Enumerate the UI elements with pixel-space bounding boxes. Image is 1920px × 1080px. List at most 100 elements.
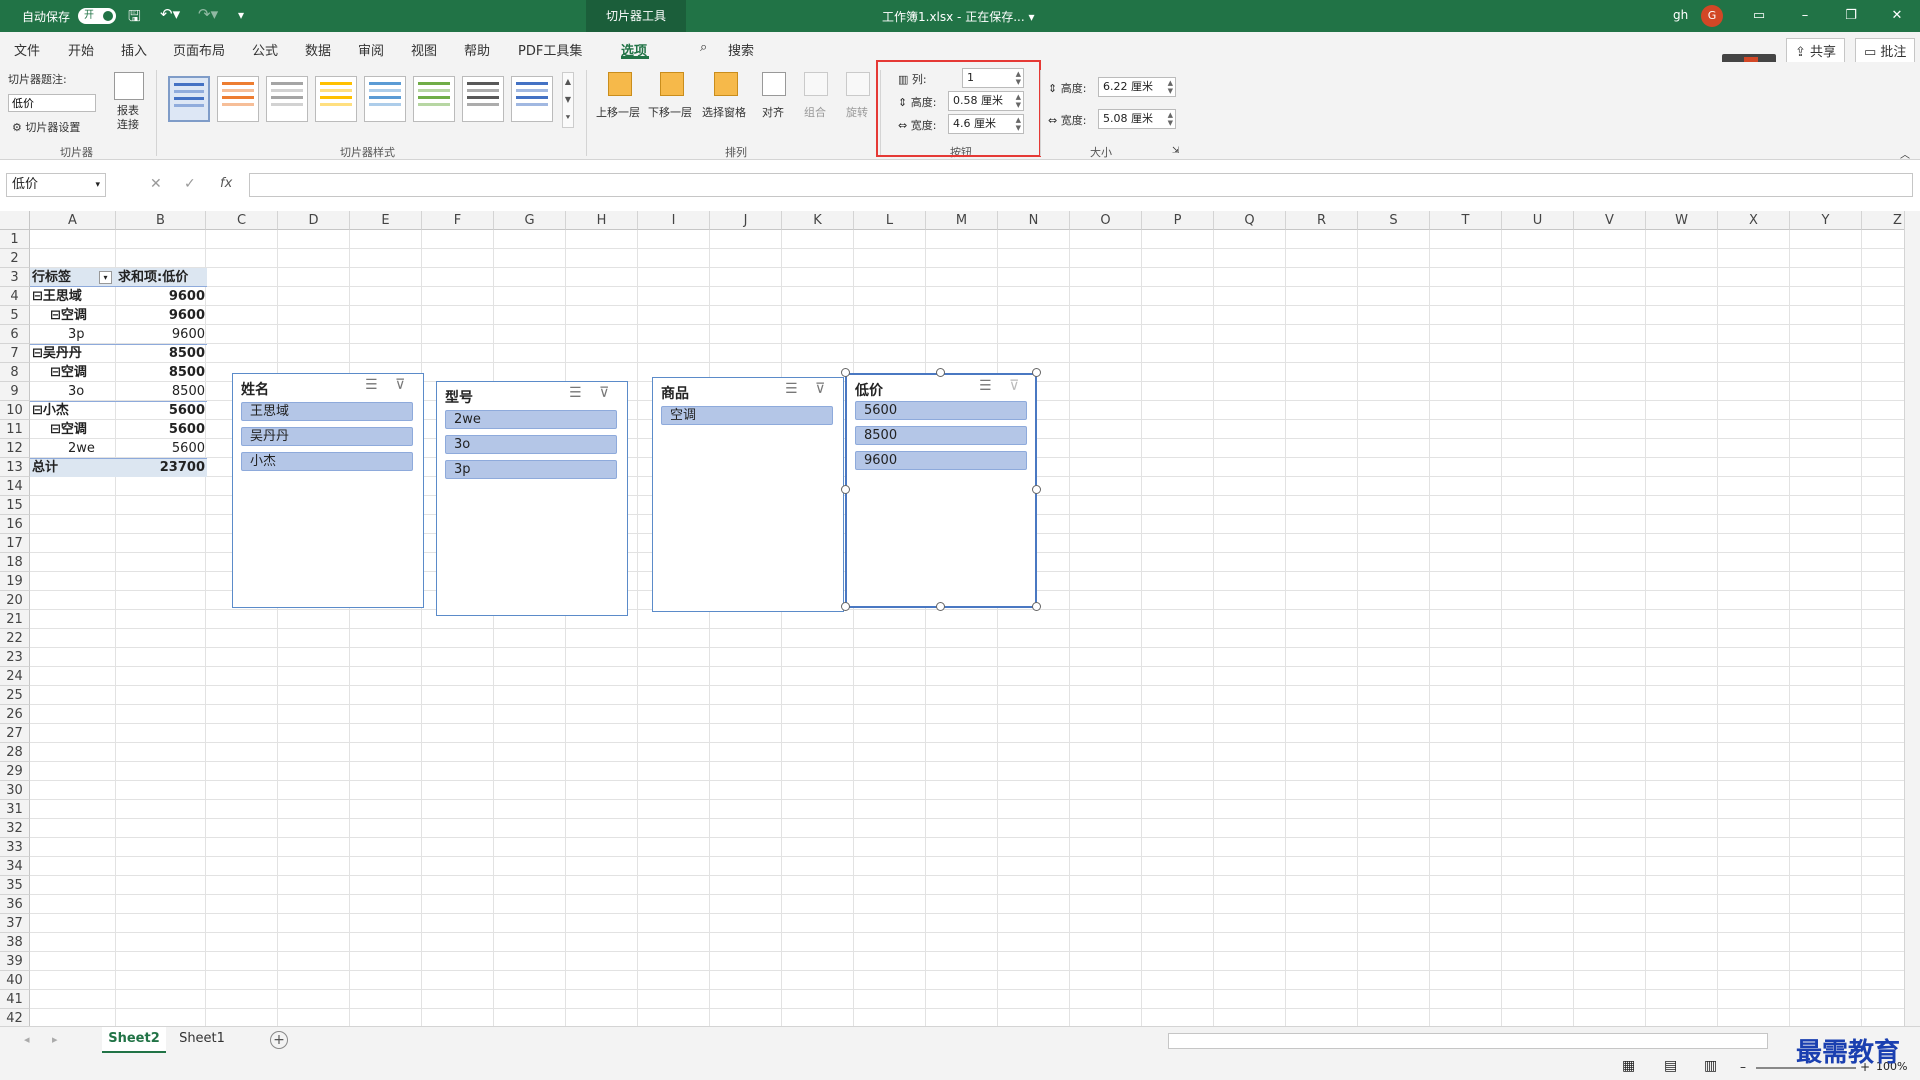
column-header[interactable]: E: [350, 211, 422, 230]
column-header[interactable]: D: [278, 211, 350, 230]
slicer-style-swatch[interactable]: [413, 76, 455, 122]
column-header[interactable]: G: [494, 211, 566, 230]
clear-filter-icon[interactable]: ⊽: [599, 385, 609, 401]
tab-formulas[interactable]: 公式: [252, 40, 278, 59]
row-header[interactable]: 23: [0, 648, 30, 667]
column-header[interactable]: A: [30, 211, 116, 230]
column-header[interactable]: N: [998, 211, 1070, 230]
ribbon-display-icon[interactable]: ▭: [1736, 0, 1782, 32]
slicer-settings-button[interactable]: ⚙ 切片器设置: [12, 119, 80, 135]
slicer-product[interactable]: 商品 ☰ ⊽ 空调: [652, 377, 844, 612]
tab-page-layout[interactable]: 页面布局: [173, 40, 225, 59]
row-header[interactable]: 18: [0, 553, 30, 572]
report-connections-icon[interactable]: [114, 72, 144, 100]
row-header[interactable]: 27: [0, 724, 30, 743]
pivot-row-value[interactable]: 8500: [120, 364, 205, 382]
send-backward-button[interactable]: 下移一层: [648, 104, 692, 120]
pivot-row-label[interactable]: ⊟空调: [50, 307, 87, 325]
column-header[interactable]: T: [1430, 211, 1502, 230]
row-header[interactable]: 39: [0, 952, 30, 971]
insert-function-icon[interactable]: fx: [220, 176, 232, 191]
slicer-style-swatch[interactable]: [266, 76, 308, 122]
slicer-item[interactable]: 9600: [855, 451, 1027, 470]
tab-home[interactable]: 开始: [68, 40, 94, 59]
column-header[interactable]: Z: [1862, 211, 1904, 230]
resize-handle[interactable]: [1032, 602, 1041, 611]
redo-icon[interactable]: ↷▾: [198, 5, 218, 23]
pivot-total-label[interactable]: 总计: [32, 459, 58, 477]
slicer-caption-input[interactable]: [8, 94, 96, 112]
slicer-style-swatch[interactable]: [315, 76, 357, 122]
tab-insert[interactable]: 插入: [121, 40, 147, 59]
slicer-style-swatch[interactable]: [462, 76, 504, 122]
pivot-row-value[interactable]: 9600: [120, 288, 205, 306]
pivot-row-value[interactable]: 8500: [120, 345, 205, 363]
page-break-view-icon[interactable]: ▥: [1704, 1058, 1717, 1074]
row-header[interactable]: 42: [0, 1009, 30, 1026]
pivot-values-header[interactable]: 求和项:低价: [118, 269, 188, 287]
zoom-out-icon[interactable]: –: [1740, 1060, 1746, 1074]
slicer-item[interactable]: 2we: [445, 410, 617, 429]
send-backward-icon[interactable]: [660, 72, 684, 96]
autosave-toggle[interactable]: 开: [78, 8, 116, 24]
row-header[interactable]: 20: [0, 591, 30, 610]
row-header[interactable]: 38: [0, 933, 30, 952]
pivot-row-value[interactable]: 9600: [120, 326, 205, 344]
row-header[interactable]: 12: [0, 439, 30, 458]
clear-filter-icon[interactable]: ⊽: [395, 377, 405, 393]
tab-help[interactable]: 帮助: [464, 40, 490, 59]
slicer-item[interactable]: 3o: [445, 435, 617, 454]
row-header[interactable]: 28: [0, 743, 30, 762]
formula-input[interactable]: [249, 173, 1913, 197]
size-dialog-launcher-icon[interactable]: ⇲: [1172, 146, 1180, 156]
row-header[interactable]: 41: [0, 990, 30, 1009]
scroll-left-icon[interactable]: ◂: [24, 1033, 30, 1046]
row-header[interactable]: 40: [0, 971, 30, 990]
column-header[interactable]: W: [1646, 211, 1718, 230]
pivot-row-value[interactable]: 5600: [120, 421, 205, 439]
row-header[interactable]: 31: [0, 800, 30, 819]
multi-select-icon[interactable]: ☰: [979, 378, 992, 394]
slicer-item[interactable]: 3p: [445, 460, 617, 479]
save-icon[interactable]: 🖫: [128, 6, 141, 31]
column-header[interactable]: V: [1574, 211, 1646, 230]
pivot-row-label[interactable]: 2we: [68, 440, 95, 458]
name-box[interactable]: 低价 ▾: [6, 173, 106, 197]
horizontal-scrollbar[interactable]: [1168, 1033, 1768, 1049]
resize-handle[interactable]: [841, 602, 850, 611]
row-header[interactable]: 5: [0, 306, 30, 325]
column-header[interactable]: Y: [1790, 211, 1862, 230]
row-header[interactable]: 19: [0, 572, 30, 591]
multi-select-icon[interactable]: ☰: [785, 381, 798, 397]
row-header[interactable]: 9: [0, 382, 30, 401]
row-header[interactable]: 1: [0, 230, 30, 249]
column-header[interactable]: M: [926, 211, 998, 230]
pivot-row-label[interactable]: ⊟吴丹丹: [32, 345, 82, 363]
resize-handle[interactable]: [936, 602, 945, 611]
clear-filter-icon[interactable]: ⊽: [815, 381, 825, 397]
select-all-corner[interactable]: [0, 211, 30, 230]
collapse-ribbon-icon[interactable]: ︿: [1900, 146, 1910, 161]
tab-data[interactable]: 数据: [305, 40, 331, 59]
share-button[interactable]: ⇪ 共享: [1786, 38, 1846, 63]
tab-view[interactable]: 视图: [411, 40, 437, 59]
tab-review[interactable]: 审阅: [358, 40, 384, 59]
minimize-icon[interactable]: –: [1782, 0, 1828, 32]
enter-icon[interactable]: ✓: [184, 176, 196, 192]
row-header[interactable]: 26: [0, 705, 30, 724]
add-sheet-icon[interactable]: +: [270, 1031, 288, 1049]
row-header[interactable]: 22: [0, 629, 30, 648]
selection-pane-icon[interactable]: [714, 72, 738, 96]
tab-pdf-tools[interactable]: PDF工具集: [518, 40, 582, 59]
slicer-item[interactable]: 吴丹丹: [241, 427, 413, 446]
resize-handle[interactable]: [1032, 485, 1041, 494]
comments-button[interactable]: ▭ 批注: [1855, 38, 1916, 63]
pivot-row-label[interactable]: 3o: [68, 383, 84, 401]
column-header[interactable]: H: [566, 211, 638, 230]
search-box[interactable]: 搜索: [728, 40, 754, 59]
column-header[interactable]: P: [1142, 211, 1214, 230]
slicer-name[interactable]: 姓名 ☰ ⊽ 王思域 吴丹丹 小杰: [232, 373, 424, 608]
column-header[interactable]: B: [116, 211, 206, 230]
pivot-total-value[interactable]: 23700: [120, 459, 205, 477]
row-header[interactable]: 10: [0, 401, 30, 420]
